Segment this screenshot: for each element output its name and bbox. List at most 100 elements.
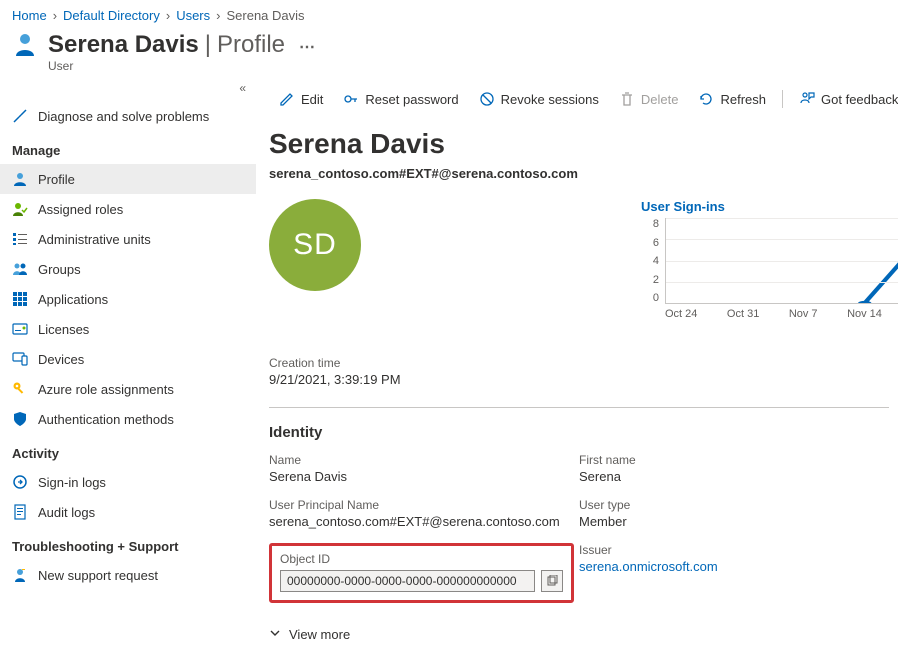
refresh-button[interactable]: Refresh	[688, 87, 776, 111]
identity-name-value: Serena Davis	[269, 467, 579, 484]
sidebar-item-signin-logs[interactable]: Sign-in logs	[0, 467, 256, 497]
chart-x-axis: Oct 24 Oct 31 Nov 7 Nov 14 Nov	[665, 308, 898, 328]
sidebar-item-label: Devices	[38, 352, 84, 367]
sidebar-item-assigned-roles[interactable]: Assigned roles	[0, 194, 256, 224]
sidebar-item-label: Audit logs	[38, 505, 95, 520]
sidebar-heading-activity: Activity	[0, 434, 256, 467]
identity-firstname-label: First name	[579, 453, 889, 467]
support-icon	[12, 567, 28, 583]
signins-chart: 8 6 4 2 0	[641, 218, 898, 328]
identity-issuer-link[interactable]: serena.onmicrosoft.com	[579, 559, 718, 574]
identity-name-label: Name	[269, 453, 579, 467]
identity-upn-value: serena_contoso.com#EXT#@serena.contoso.c…	[269, 512, 579, 529]
user-icon	[12, 31, 38, 60]
sidebar-item-licenses[interactable]: Licenses	[0, 314, 256, 344]
identity-firstname-value: Serena	[579, 467, 889, 484]
groups-icon	[12, 261, 28, 277]
sidebar-item-audit-logs[interactable]: Audit logs	[0, 497, 256, 527]
breadcrumb: Home › Default Directory › Users › Seren…	[0, 0, 898, 27]
sidebar-item-devices[interactable]: Devices	[0, 344, 256, 374]
page-subtitle: User	[48, 59, 315, 73]
view-more-button[interactable]: View more	[269, 617, 350, 642]
sidebar-item-groups[interactable]: Groups	[0, 254, 256, 284]
chart-plot	[665, 218, 898, 304]
page-title-name: Serena Davis	[48, 31, 199, 59]
copy-icon	[546, 575, 558, 587]
creation-time-label: Creation time	[269, 356, 898, 370]
section-identity-heading: Identity	[269, 424, 898, 453]
sidebar-item-label: Licenses	[38, 322, 89, 337]
x-tick: Nov 14	[847, 308, 882, 328]
sidebar-item-label: New support request	[38, 568, 158, 583]
breadcrumb-current: Serena Davis	[226, 8, 304, 23]
devices-icon	[12, 351, 28, 367]
log-icon	[12, 504, 28, 520]
avatar: SD	[269, 199, 361, 291]
signins-chart-title[interactable]: User Sign-ins	[641, 199, 898, 218]
edit-button[interactable]: Edit	[269, 87, 333, 111]
license-icon	[12, 321, 28, 337]
toolbar-label: Reset password	[365, 92, 458, 107]
sidebar-item-label: Diagnose and solve problems	[38, 109, 209, 124]
collapse-sidebar-button[interactable]: «	[239, 81, 246, 95]
person-check-icon	[12, 201, 28, 217]
x-tick: Nov 7	[789, 308, 818, 328]
identity-objectid-input[interactable]	[280, 570, 535, 592]
sidebar-item-profile[interactable]: Profile	[0, 164, 256, 194]
identity-objectid-label: Object ID	[280, 552, 563, 566]
sidebar-item-auth-methods[interactable]: Authentication methods	[0, 404, 256, 434]
sidebar-item-admin-units[interactable]: Administrative units	[0, 224, 256, 254]
sidebar-item-new-support[interactable]: New support request	[0, 560, 256, 590]
identity-grid: Name Serena Davis First name Serena User…	[269, 453, 889, 617]
avatar-initials: SD	[293, 228, 337, 262]
feedback-button[interactable]: Got feedback?	[789, 87, 898, 111]
sidebar-item-azure-roles[interactable]: Azure role assignments	[0, 374, 256, 404]
identity-issuer-label: Issuer	[579, 543, 889, 557]
y-tick: 6	[653, 237, 659, 249]
page-header: Serena Davis | Profile ⋯ User	[0, 27, 898, 79]
sidebar-item-label: Groups	[38, 262, 81, 277]
breadcrumb-directory[interactable]: Default Directory	[63, 8, 160, 23]
section-divider	[269, 407, 889, 408]
toolbar-label: Refresh	[720, 92, 766, 107]
copy-objectid-button[interactable]	[541, 570, 563, 592]
chevron-down-icon	[269, 627, 281, 642]
sidebar-item-applications[interactable]: Applications	[0, 284, 256, 314]
profile-display-name: Serena Davis	[269, 122, 898, 160]
sidebar-item-diagnose[interactable]: Diagnose and solve problems	[0, 101, 256, 131]
identity-usertype-label: User type	[579, 498, 889, 512]
revoke-sessions-button[interactable]: Revoke sessions	[469, 87, 609, 111]
sidebar-item-label: Azure role assignments	[38, 382, 174, 397]
identity-usertype-value: Member	[579, 512, 889, 529]
breadcrumb-users[interactable]: Users	[176, 8, 210, 23]
toolbar-label: Delete	[641, 92, 679, 107]
command-bar: Edit Reset password Revoke sessions Dele…	[269, 79, 898, 122]
page-title-section: Profile	[217, 31, 285, 59]
revoke-icon	[479, 91, 495, 107]
pencil-icon	[279, 91, 295, 107]
main-content: Edit Reset password Revoke sessions Dele…	[256, 79, 898, 662]
sidebar: « Diagnose and solve problems Manage Pro…	[0, 79, 256, 662]
apps-icon	[12, 291, 28, 307]
reset-password-button[interactable]: Reset password	[333, 87, 468, 111]
y-tick: 8	[653, 218, 659, 230]
sidebar-heading-troubleshoot: Troubleshooting + Support	[0, 527, 256, 560]
toolbar-label: Revoke sessions	[501, 92, 599, 107]
feedback-icon	[799, 91, 815, 107]
list-icon	[12, 231, 28, 247]
more-actions-button[interactable]: ⋯	[291, 37, 315, 57]
trash-icon	[619, 91, 635, 107]
chart-y-axis: 8 6 4 2 0	[641, 218, 659, 304]
breadcrumb-home[interactable]: Home	[12, 8, 47, 23]
key-icon	[343, 91, 359, 107]
refresh-icon	[698, 91, 714, 107]
profile-upn: serena_contoso.com#EXT#@serena.contoso.c…	[269, 160, 898, 191]
key-icon	[12, 381, 28, 397]
chart-points	[666, 218, 898, 303]
toolbar-separator	[782, 90, 783, 108]
sidebar-item-label: Applications	[38, 292, 108, 307]
view-more-label: View more	[289, 627, 350, 642]
wrench-icon	[12, 108, 28, 124]
chevron-right-icon: ›	[166, 8, 170, 23]
y-tick: 2	[653, 274, 659, 286]
